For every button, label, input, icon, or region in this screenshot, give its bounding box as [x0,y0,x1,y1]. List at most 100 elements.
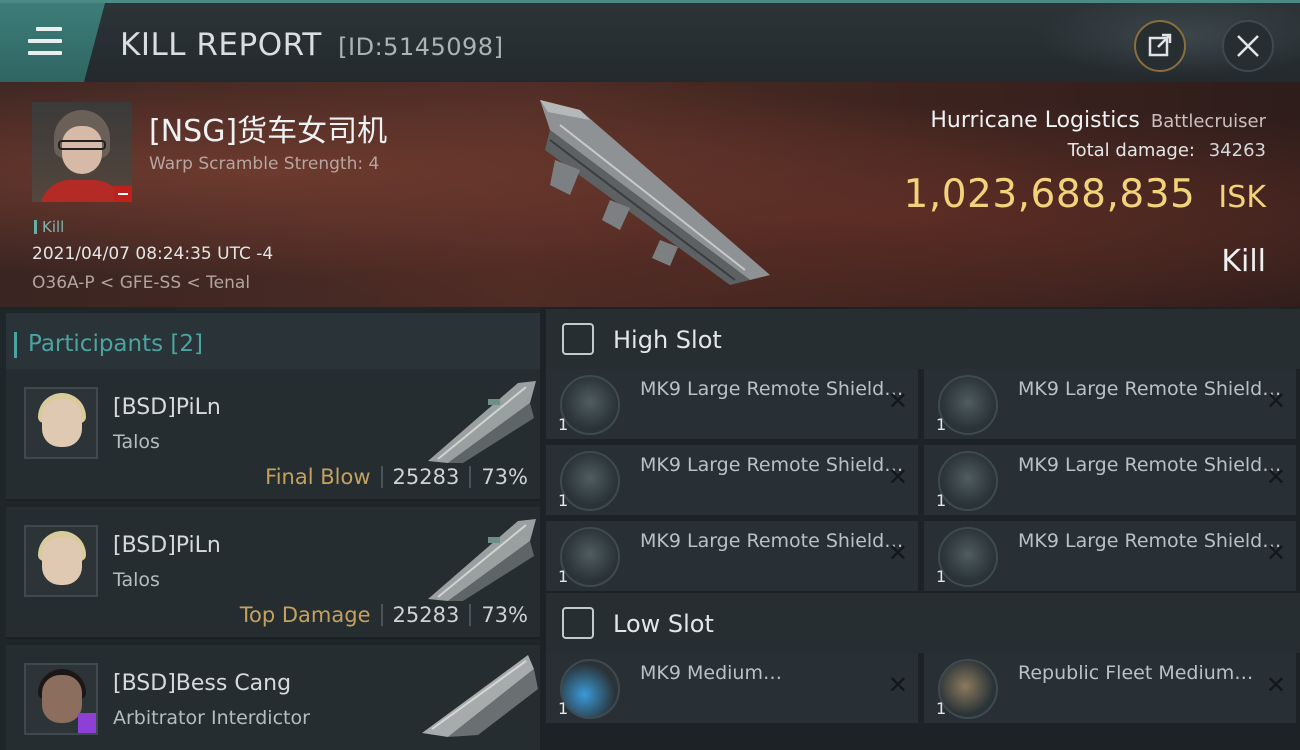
participant-percent: 73% [481,465,528,489]
shield-transporter-icon [560,451,620,511]
total-damage-value: 34263 [1208,140,1266,161]
participant-name: [BSD]PiLn [113,533,221,558]
destroyed-icon: ✕ [1265,387,1286,415]
module-item[interactable]: 1 MK9 Large Remote Shield… ✕ [924,445,1296,517]
module-item[interactable]: 1 MK9 Large Remote Shield… ✕ [924,521,1296,593]
close-icon [1237,35,1259,57]
module-name: MK9 Large Remote Shield… [1018,454,1282,476]
destroyed-icon: ✕ [887,671,908,699]
participant-stats: Final Blow 25283 73% [265,465,528,489]
participant-ship: Talos [113,569,160,591]
participant-avatar[interactable] [24,663,98,735]
shield-transporter-icon [560,375,620,435]
participant-ship: Arbitrator Interdictor [113,707,310,729]
module-item[interactable]: 1 Republic Fleet Medium… ✕ [924,653,1296,725]
participant-name: [BSD]PiLn [113,395,221,420]
low-slot-header: Low Slot [546,593,1300,653]
destroyed-icon: ✕ [887,539,908,567]
total-damage-label: Total damage: [1067,140,1195,161]
module-quantity: 1 [936,415,947,434]
victim-avatar[interactable] [32,102,132,202]
title-text: KILL REPORT [120,27,322,63]
hamburger-menu-icon [28,27,62,55]
participant-avatar[interactable] [24,525,98,597]
high-slot-header: High Slot [546,309,1300,369]
high-slot-icon [562,323,594,355]
participant-card[interactable]: [BSD]PiLn Talos Top Damage 25283 73% [6,507,540,639]
share-button[interactable] [1134,20,1186,72]
victim-ship-image[interactable] [520,90,790,290]
module-quantity: 1 [558,699,569,718]
isk-amount: 1,023,688,835 [903,172,1196,217]
module-item[interactable]: 1 MK9 Large Remote Shield… ✕ [546,521,918,593]
victim-ship-name: Hurricane Logistics Battlecruiser [930,108,1266,133]
destroyed-icon: ✕ [887,463,908,491]
module-name: MK9 Medium… [640,662,782,684]
hostile-badge-icon [114,186,132,202]
participant-ship-image [428,519,536,601]
high-slot-label: High Slot [613,326,722,354]
module-name: Republic Fleet Medium… [1018,662,1254,684]
module-name: MK9 Large Remote Shield… [1018,378,1282,400]
menu-button[interactable] [0,3,105,82]
participant-stats: Top Damage 25283 73% [240,603,528,627]
participant-card[interactable]: [BSD]Bess Cang Arbitrator Interdictor [6,645,540,750]
top-damage-tag: Top Damage [239,603,371,627]
isk-unit: ISK [1218,180,1266,215]
top-bar: KILL REPORT [ID:5145098] [0,0,1300,85]
result-label: Kill [1221,244,1266,279]
participant-ship-image [422,655,538,737]
module-quantity: 1 [936,567,947,586]
participants-panel: Participants [2] [BSD]PiLn Talos Final B… [0,307,540,750]
participants-header: Participants [2] [6,313,540,371]
share-icon [1148,33,1172,57]
participants-label: Participants [2] [14,331,203,358]
participant-percent: 73% [481,603,528,627]
victim-name[interactable]: [NSG]货车女司机 [149,106,387,150]
module-quantity: 1 [558,415,569,434]
destroyed-icon: ✕ [1265,671,1286,699]
corp-badge-icon [78,713,96,733]
module-item[interactable]: 1 MK9 Large Remote Shield… ✕ [546,369,918,441]
shield-transporter-icon [938,451,998,511]
fitting-panel: High Slot 1 MK9 Large Remote Shield… ✕ 1… [540,307,1300,750]
kill-timestamp: 2021/04/07 08:24:35 UTC -4 [32,244,274,264]
module-name: MK9 Large Remote Shield… [640,530,904,552]
participant-avatar[interactable] [24,387,98,459]
module-quantity: 1 [558,491,569,510]
destroyed-icon: ✕ [1265,539,1286,567]
module-name: MK9 Large Remote Shield… [1018,530,1282,552]
kill-location: O36A-P < GFE-SS < Tenal [32,273,251,293]
close-button[interactable] [1222,20,1274,72]
capacitor-battery-icon [560,659,620,719]
warp-scramble-strength: Warp Scramble Strength: 4 [149,154,380,174]
participant-damage: 25283 [392,603,460,627]
participant-card[interactable]: [BSD]PiLn Talos Final Blow 25283 73% [6,369,540,501]
participant-damage: 25283 [392,465,460,489]
destroyed-icon: ✕ [1265,463,1286,491]
total-damage: Total damage: 34263 [1068,140,1266,161]
module-item[interactable]: 1 MK9 Medium… ✕ [546,653,918,725]
module-quantity: 1 [936,491,947,510]
module-quantity: 1 [558,567,569,586]
participant-name: [BSD]Bess Cang [113,671,292,696]
participant-ship-image [428,381,536,463]
ship-name-text: Hurricane Logistics [930,108,1140,133]
low-slot-label: Low Slot [613,610,714,638]
isk-value: 1,023,688,835 ISK [904,172,1267,217]
destroyed-icon: ✕ [887,387,908,415]
page-title: KILL REPORT [ID:5145098] [120,27,503,63]
power-diagnostic-icon [938,659,998,719]
participant-ship: Talos [113,431,160,453]
shield-transporter-icon [938,527,998,587]
kill-summary: [NSG]货车女司机 Warp Scramble Strength: 4 Kil… [0,82,1300,307]
module-name: MK9 Large Remote Shield… [640,378,904,400]
shield-transporter-icon [938,375,998,435]
module-item[interactable]: 1 MK9 Large Remote Shield… ✕ [546,445,918,517]
kill-tag: Kill [34,218,64,236]
module-item[interactable]: 1 MK9 Large Remote Shield… ✕ [924,369,1296,441]
low-slot-icon [562,607,594,639]
module-quantity: 1 [936,699,947,718]
shield-transporter-icon [560,527,620,587]
final-blow-tag: Final Blow [265,465,371,489]
